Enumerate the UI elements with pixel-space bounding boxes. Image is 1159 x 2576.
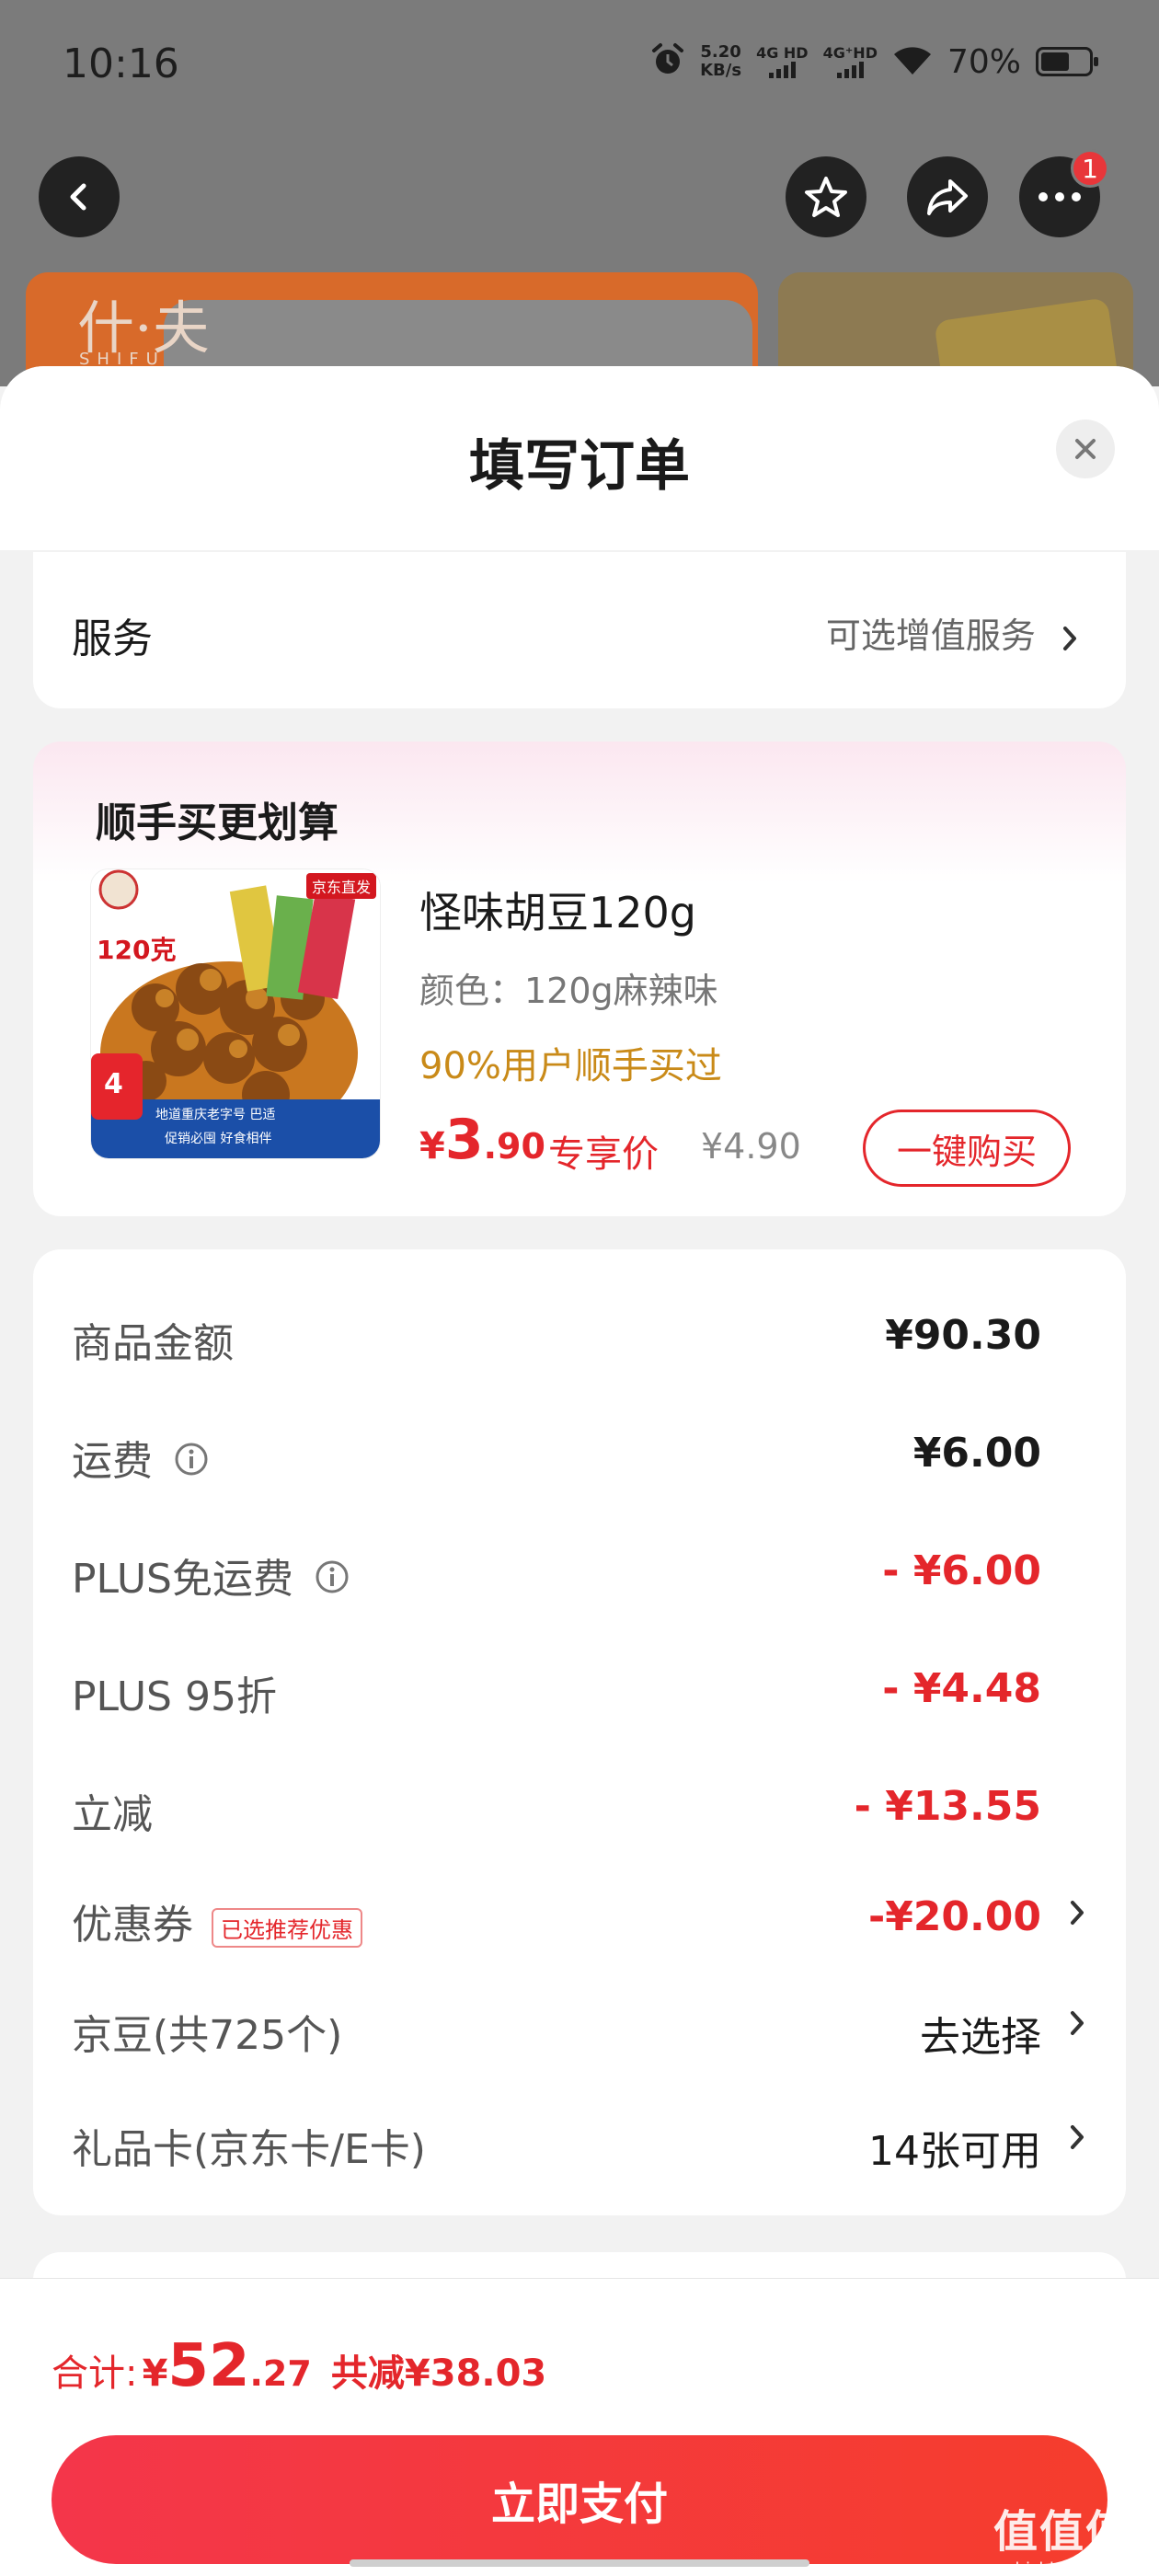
order-sheet: 填写订单 服务 可选增值服务 顺手买更划算 120克 京东直发 4 地道重庆老字…	[0, 366, 1159, 2576]
fee-value: ¥6.00	[912, 1430, 1041, 1477]
back-button[interactable]	[39, 156, 120, 237]
watermark: 值值值 zhizhizhi.com	[993, 2506, 1131, 2576]
chevron-right-icon	[1069, 1899, 1085, 1930]
status-time: 10:16	[63, 40, 179, 87]
product-promo: 90%用户顺手买过	[419, 1045, 722, 1087]
fee-label: PLUS 95折	[72, 1663, 277, 1722]
fee-row[interactable]: 优惠券 已选推荐优惠 -¥20.00	[33, 1877, 1126, 1969]
fee-label: 运费	[72, 1428, 210, 1488]
more-dots-icon	[1039, 192, 1081, 201]
sim1-signal-icon: 4G HD	[756, 45, 809, 78]
chevron-right-icon	[1069, 2123, 1085, 2155]
addon-title: 顺手买更划算	[96, 799, 339, 846]
fee-row: PLUS免运费 - ¥6.00	[33, 1531, 1126, 1623]
notification-badge: 1	[1071, 149, 1109, 188]
sheet-header: 填写订单	[0, 366, 1159, 550]
fee-summary-card: 商品金额 ¥90.30 运费 ¥6.00 PLUS免运费 - ¥6.00 PLUS 95折 -…	[33, 1249, 1126, 2215]
service-label: 服务	[72, 615, 153, 662]
network-speed: 5.20 KB/s	[700, 42, 742, 80]
product-price: ¥3.90	[419, 1108, 545, 1172]
fee-label-text: 优惠券	[72, 1902, 193, 1949]
product-attribute: 颜色：120g麻辣味	[419, 971, 718, 1011]
fee-value: - ¥4.48	[882, 1665, 1041, 1712]
fee-label: 商品金额	[72, 1310, 234, 1369]
image-slogan-2: 促销必囤 好食相伴	[165, 1132, 272, 1146]
image-slogan-1: 地道重庆老字号 巴适	[155, 1108, 276, 1122]
fee-label: 立减	[72, 1781, 153, 1840]
fee-label-text: 立减	[72, 1791, 153, 1838]
exclusive-price-tag: 专享价	[548, 1133, 659, 1176]
total-saved: 共减¥38.03	[330, 2352, 547, 2395]
battery-icon	[1036, 47, 1098, 76]
status-icons: 5.20 KB/s 4G HD 4G⁺HD 70%	[650, 42, 1098, 81]
fee-row: PLUS 95折 - ¥4.48	[33, 1649, 1126, 1741]
fee-label: 京豆(共725个)	[72, 2002, 342, 2061]
fee-label: 优惠券 已选推荐优惠	[72, 1892, 362, 1950]
original-price: ¥4.90	[701, 1126, 801, 1167]
fee-label-text: 运费	[72, 1438, 153, 1485]
image-weight-text: 120克	[97, 935, 177, 965]
fee-value: 14张可用	[868, 2128, 1041, 2175]
fee-row: 运费 ¥6.00	[33, 1413, 1126, 1505]
service-row[interactable]: 服务 可选增值服务	[33, 552, 1126, 708]
total-line: 合计: ¥52.27 共减¥38.03	[52, 2332, 547, 2400]
close-icon	[1075, 439, 1096, 459]
fee-row[interactable]: 京豆(共725个) 去选择	[33, 1987, 1126, 2079]
info-icon[interactable]	[314, 1558, 350, 1605]
chevron-right-icon	[1069, 2009, 1085, 2041]
product-image[interactable]: 120克 京东直发 4 地道重庆老字号 巴适 促销必囤 好食相伴	[90, 868, 381, 1159]
image-price-badge: 4	[104, 1068, 123, 1100]
fee-label: 礼品卡(京东卡/E卡)	[72, 2116, 426, 2175]
fee-value: - ¥6.00	[882, 1547, 1041, 1594]
fee-label: PLUS免运费	[72, 1546, 350, 1605]
share-button[interactable]	[907, 156, 988, 237]
info-icon[interactable]	[173, 1441, 210, 1488]
status-bar: 10:16 5.20 KB/s 4G HD 4G⁺HD 70%	[0, 0, 1159, 138]
fee-label-text: PLUS 95折	[72, 1673, 277, 1720]
coupon-selected-tag: 已选推荐优惠	[212, 1907, 362, 1948]
service-value: 可选增值服务	[826, 607, 1078, 658]
battery-percent: 70%	[947, 42, 1021, 81]
fee-label-text: 礼品卡(京东卡/E卡)	[72, 2126, 426, 2173]
wifi-icon	[892, 43, 933, 80]
chevron-left-icon	[70, 183, 86, 211]
close-button[interactable]	[1056, 420, 1115, 478]
chevron-right-icon	[1063, 626, 1076, 650]
favorite-button[interactable]	[786, 156, 866, 237]
fee-row: 商品金额 ¥90.30	[33, 1295, 1126, 1387]
star-icon	[805, 177, 847, 217]
sim2-signal-icon: 4G⁺HD	[823, 45, 878, 78]
fee-value: ¥90.30	[885, 1312, 1041, 1359]
total-amount: 52	[167, 2332, 250, 2400]
checkout-footer: 合计: ¥52.27 共减¥38.03 立即支付	[0, 2278, 1159, 2576]
fee-value: - ¥13.55	[854, 1783, 1041, 1830]
sheet-title: 填写订单	[469, 434, 690, 499]
addon-card: 顺手买更划算 120克 京东直发 4 地道重庆老字号 巴适 促销必囤 好食相伴 …	[33, 742, 1126, 1216]
fee-value: 去选择	[920, 2014, 1041, 2061]
share-icon	[927, 179, 968, 215]
one-click-buy-button[interactable]: 一键购买	[863, 1110, 1071, 1187]
fee-row: 立减 - ¥13.55	[33, 1766, 1126, 1858]
total-label: 合计:	[52, 2352, 138, 2395]
pay-now-button[interactable]: 立即支付	[52, 2435, 1107, 2564]
fee-label-text: 京豆(共725个)	[72, 2012, 343, 2059]
fee-value: -¥20.00	[867, 1893, 1041, 1940]
fee-label-text: PLUS免运费	[72, 1556, 293, 1603]
alarm-icon	[650, 42, 685, 81]
fee-label-text: 商品金额	[72, 1320, 234, 1367]
fee-row[interactable]: 礼品卡(京东卡/E卡) 14张可用	[33, 2101, 1126, 2193]
home-indicator[interactable]	[350, 2559, 809, 2567]
image-ship-text: 京东直发	[305, 873, 376, 899]
more-button[interactable]: 1	[1019, 149, 1109, 237]
product-name[interactable]: 怪味胡豆120g	[419, 880, 696, 940]
